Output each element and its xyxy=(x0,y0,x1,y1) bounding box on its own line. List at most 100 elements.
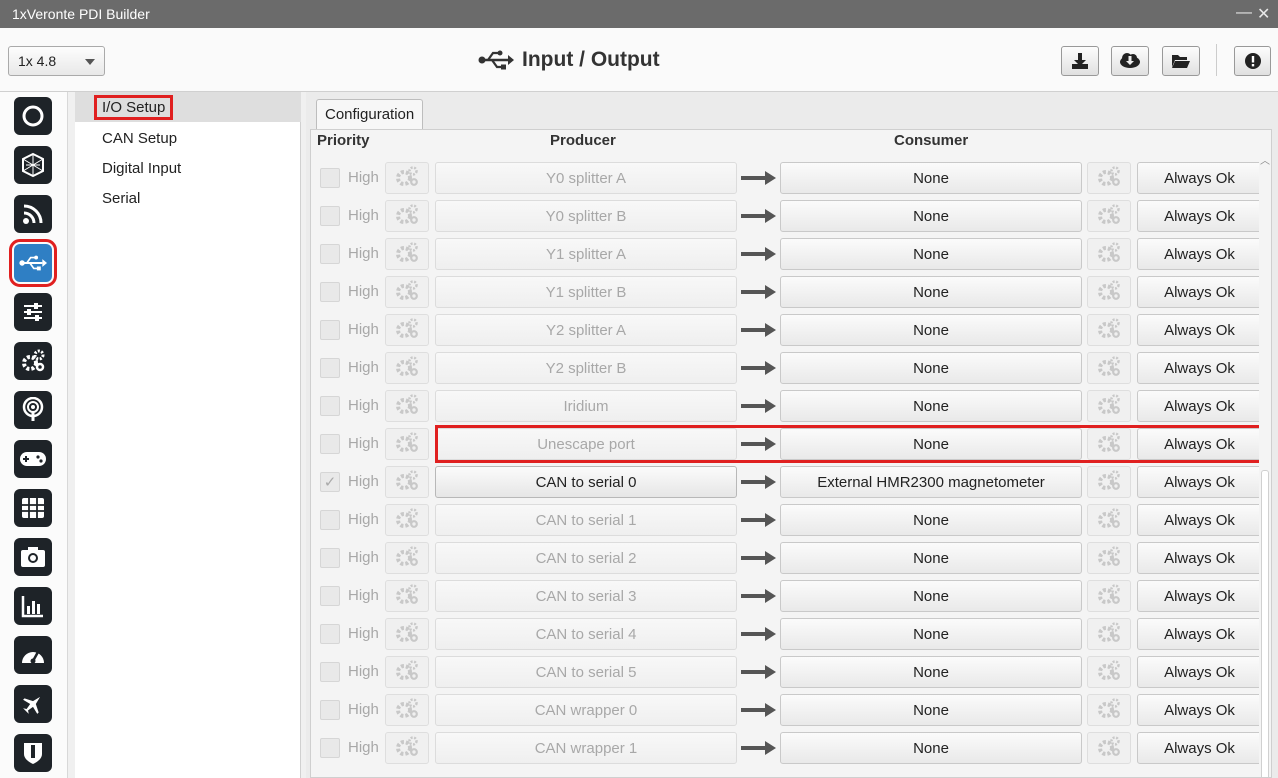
producer-settings-button[interactable] xyxy=(385,352,429,384)
camera-icon[interactable] xyxy=(14,538,52,576)
grid-icon[interactable] xyxy=(14,489,52,527)
consumer-settings-button[interactable] xyxy=(1087,238,1131,270)
consumer-button[interactable]: None xyxy=(780,200,1082,232)
priority-checkbox[interactable] xyxy=(320,206,340,226)
tab-configuration[interactable]: Configuration xyxy=(316,99,423,130)
status-button[interactable]: Always Ok xyxy=(1137,504,1262,536)
priority-checkbox[interactable] xyxy=(320,320,340,340)
priority-checkbox[interactable] xyxy=(320,396,340,416)
producer-button[interactable]: CAN to serial 2 xyxy=(435,542,737,574)
priority-checkbox[interactable] xyxy=(320,358,340,378)
usb-icon[interactable] xyxy=(9,239,57,287)
producer-button[interactable]: Unescape port xyxy=(435,428,737,460)
status-button[interactable]: Always Ok xyxy=(1137,390,1262,422)
priority-checkbox[interactable] xyxy=(320,548,340,568)
rss-icon[interactable] xyxy=(14,195,52,233)
airplane-icon[interactable] xyxy=(14,685,52,723)
consumer-button[interactable]: None xyxy=(780,390,1082,422)
consumer-button[interactable]: None xyxy=(780,162,1082,194)
priority-checkbox[interactable]: ✓ xyxy=(320,472,340,492)
consumer-settings-button[interactable] xyxy=(1087,428,1131,460)
producer-button[interactable]: CAN to serial 1 xyxy=(435,504,737,536)
gears-icon[interactable] xyxy=(14,342,52,380)
broadcast-icon[interactable] xyxy=(14,391,52,429)
status-button[interactable]: Always Ok xyxy=(1137,732,1262,764)
producer-button[interactable]: Y1 splitter A xyxy=(435,238,737,270)
consumer-button[interactable]: None xyxy=(780,504,1082,536)
consumer-button[interactable]: None xyxy=(780,314,1082,346)
consumer-settings-button[interactable] xyxy=(1087,352,1131,384)
consumer-button[interactable]: None xyxy=(780,694,1082,726)
sliders-icon[interactable] xyxy=(14,293,52,331)
priority-checkbox[interactable] xyxy=(320,282,340,302)
version-select[interactable]: 1x 4.8 xyxy=(8,46,105,76)
producer-button[interactable]: CAN wrapper 1 xyxy=(435,732,737,764)
producer-settings-button[interactable] xyxy=(385,162,429,194)
scrollbar[interactable]: ︿ xyxy=(1259,130,1271,777)
producer-settings-button[interactable] xyxy=(385,656,429,688)
consumer-button[interactable]: None xyxy=(780,656,1082,688)
consumer-button[interactable]: External HMR2300 magnetometer xyxy=(780,466,1082,498)
producer-settings-button[interactable] xyxy=(385,732,429,764)
status-button[interactable]: Always Ok xyxy=(1137,542,1262,574)
status-button[interactable]: Always Ok xyxy=(1137,618,1262,650)
status-button[interactable]: Always Ok xyxy=(1137,656,1262,688)
bar-chart-icon[interactable] xyxy=(14,587,52,625)
status-button[interactable]: Always Ok xyxy=(1137,694,1262,726)
producer-settings-button[interactable] xyxy=(385,504,429,536)
producer-button[interactable]: Y1 splitter B xyxy=(435,276,737,308)
globe-mesh-icon[interactable] xyxy=(14,146,52,184)
producer-button[interactable]: Y2 splitter A xyxy=(435,314,737,346)
priority-checkbox[interactable] xyxy=(320,244,340,264)
priority-checkbox[interactable] xyxy=(320,662,340,682)
producer-settings-button[interactable] xyxy=(385,466,429,498)
consumer-button[interactable]: None xyxy=(780,732,1082,764)
consumer-settings-button[interactable] xyxy=(1087,390,1131,422)
consumer-settings-button[interactable] xyxy=(1087,580,1131,612)
open-folder-button[interactable] xyxy=(1162,46,1200,76)
priority-checkbox[interactable] xyxy=(320,738,340,758)
gamepad-icon[interactable] xyxy=(14,440,52,478)
producer-settings-button[interactable] xyxy=(385,238,429,270)
status-button[interactable]: Always Ok xyxy=(1137,466,1262,498)
subnav-item-serial[interactable]: Serial xyxy=(75,183,301,213)
priority-checkbox[interactable] xyxy=(320,168,340,188)
status-button[interactable]: Always Ok xyxy=(1137,162,1262,194)
producer-settings-button[interactable] xyxy=(385,200,429,232)
priority-checkbox[interactable] xyxy=(320,586,340,606)
producer-button[interactable]: Y0 splitter B xyxy=(435,200,737,232)
status-button[interactable]: Always Ok xyxy=(1137,428,1262,460)
shield-icon[interactable] xyxy=(14,734,52,772)
producer-button[interactable]: CAN to serial 0 xyxy=(435,466,737,498)
producer-button[interactable]: Y0 splitter A xyxy=(435,162,737,194)
consumer-settings-button[interactable] xyxy=(1087,732,1131,764)
priority-checkbox[interactable] xyxy=(320,624,340,644)
minimize-button[interactable]: — xyxy=(1236,4,1252,22)
consumer-settings-button[interactable] xyxy=(1087,162,1131,194)
consumer-settings-button[interactable] xyxy=(1087,466,1131,498)
consumer-button[interactable]: None xyxy=(780,542,1082,574)
consumer-settings-button[interactable] xyxy=(1087,618,1131,650)
consumer-button[interactable]: None xyxy=(780,238,1082,270)
consumer-settings-button[interactable] xyxy=(1087,276,1131,308)
producer-settings-button[interactable] xyxy=(385,314,429,346)
close-button[interactable]: ✕ xyxy=(1257,4,1270,24)
priority-checkbox[interactable] xyxy=(320,700,340,720)
producer-button[interactable]: CAN to serial 5 xyxy=(435,656,737,688)
priority-checkbox[interactable] xyxy=(320,510,340,530)
consumer-settings-button[interactable] xyxy=(1087,504,1131,536)
producer-settings-button[interactable] xyxy=(385,428,429,460)
download-button[interactable] xyxy=(1061,46,1099,76)
producer-settings-button[interactable] xyxy=(385,276,429,308)
consumer-settings-button[interactable] xyxy=(1087,656,1131,688)
info-button[interactable] xyxy=(1234,46,1271,76)
consumer-settings-button[interactable] xyxy=(1087,314,1131,346)
consumer-settings-button[interactable] xyxy=(1087,200,1131,232)
producer-button[interactable]: Y2 splitter B xyxy=(435,352,737,384)
gauge-icon[interactable] xyxy=(14,636,52,674)
priority-checkbox[interactable] xyxy=(320,434,340,454)
producer-button[interactable]: CAN to serial 4 xyxy=(435,618,737,650)
status-button[interactable]: Always Ok xyxy=(1137,200,1262,232)
producer-settings-button[interactable] xyxy=(385,390,429,422)
status-button[interactable]: Always Ok xyxy=(1137,276,1262,308)
